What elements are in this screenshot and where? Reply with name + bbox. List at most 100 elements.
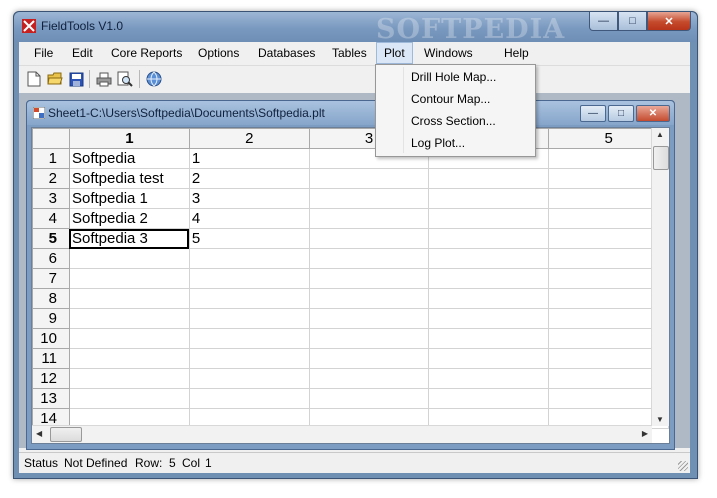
row-header[interactable]: 8 <box>32 288 70 309</box>
grid-cell[interactable]: 5 <box>188 228 310 249</box>
row-header[interactable]: 6 <box>32 248 70 269</box>
menu-drill-hole-map[interactable]: Drill Hole Map... <box>411 70 496 84</box>
row-header[interactable]: 2 <box>32 168 70 189</box>
horizontal-scroll-thumb[interactable] <box>50 427 82 442</box>
grid-cell[interactable] <box>308 308 430 329</box>
print-button[interactable] <box>95 70 113 88</box>
grid-cell[interactable] <box>188 268 310 289</box>
grid-cell[interactable] <box>308 268 430 289</box>
row-header[interactable]: 9 <box>32 308 70 329</box>
network-button[interactable] <box>145 70 163 88</box>
menu-help[interactable]: Help <box>497 42 536 64</box>
close-button[interactable]: ✕ <box>647 12 691 31</box>
menu-core-reports[interactable]: Core Reports <box>104 42 189 64</box>
grid-cell[interactable] <box>68 348 190 369</box>
grid-cell[interactable] <box>428 188 550 209</box>
column-header[interactable]: 1 <box>68 128 190 149</box>
grid-cell[interactable] <box>428 368 550 389</box>
row-header[interactable]: 13 <box>32 388 70 409</box>
grid-cell[interactable] <box>428 248 550 269</box>
grid-cell[interactable] <box>428 328 550 349</box>
grid-cell[interactable] <box>188 368 310 389</box>
grid-cell[interactable] <box>188 328 310 349</box>
grid-cell[interactable] <box>68 368 190 389</box>
grid-cell[interactable] <box>308 328 430 349</box>
grid-cell[interactable] <box>68 248 190 269</box>
grid-cell[interactable] <box>68 268 190 289</box>
grid-cell[interactable]: 3 <box>188 188 310 209</box>
menu-cross-section[interactable]: Cross Section... <box>411 114 496 128</box>
row-header[interactable]: 12 <box>32 368 70 389</box>
menu-tables[interactable]: Tables <box>325 42 374 64</box>
menu-edit[interactable]: Edit <box>65 42 100 64</box>
new-file-button[interactable] <box>25 70 43 88</box>
grid-cell[interactable] <box>68 308 190 329</box>
title-bar[interactable]: FieldTools V1.0 SOFTPEDIA — □ ✕ <box>14 12 697 45</box>
menu-options[interactable]: Options <box>191 42 246 64</box>
horizontal-scrollbar[interactable]: ◀ ▶ <box>32 425 652 443</box>
scroll-down-icon[interactable]: ▼ <box>656 415 664 424</box>
grid-cell[interactable] <box>308 228 430 249</box>
grid-cell[interactable] <box>188 348 310 369</box>
grid-cell[interactable] <box>308 248 430 269</box>
grid-cell[interactable]: Softpedia 1 <box>68 188 190 209</box>
grid-cell[interactable] <box>68 288 190 309</box>
grid-cell[interactable] <box>68 388 190 409</box>
column-header[interactable]: 2 <box>188 128 310 149</box>
grid-cell[interactable] <box>308 348 430 369</box>
grid-cell[interactable] <box>428 268 550 289</box>
grid-cell[interactable] <box>308 188 430 209</box>
grid-cell[interactable] <box>428 388 550 409</box>
row-header[interactable]: 4 <box>32 208 70 229</box>
sheet-close-button[interactable]: ✕ <box>636 105 670 122</box>
grid-cell[interactable] <box>188 288 310 309</box>
grid-cell[interactable]: Softpedia <box>68 148 190 169</box>
maximize-button[interactable]: □ <box>618 12 647 31</box>
grid-cell[interactable] <box>308 208 430 229</box>
grid-cell[interactable] <box>188 308 310 329</box>
grid-cell[interactable]: Softpedia 2 <box>68 208 190 229</box>
row-header[interactable]: 10 <box>32 328 70 349</box>
menu-windows[interactable]: Windows <box>417 42 480 64</box>
scroll-left-icon[interactable]: ◀ <box>36 429 42 438</box>
grid-cell[interactable] <box>308 368 430 389</box>
grid-cell[interactable]: Softpedia test <box>68 168 190 189</box>
grid-cell[interactable]: 1 <box>188 148 310 169</box>
grid-cell[interactable] <box>308 168 430 189</box>
vertical-scroll-thumb[interactable] <box>653 146 669 170</box>
print-preview-button[interactable] <box>116 70 134 88</box>
row-header[interactable]: 5 <box>32 228 70 249</box>
scroll-right-icon[interactable]: ▶ <box>642 429 648 438</box>
menu-file[interactable]: File <box>27 42 60 64</box>
resize-grip-icon[interactable] <box>678 461 688 471</box>
grid-cell[interactable]: 2 <box>188 168 310 189</box>
grid-cell[interactable] <box>428 168 550 189</box>
sheet-maximize-button[interactable]: □ <box>608 105 634 122</box>
sheet-title-bar[interactable]: Sheet1-C:\Users\Softpedia\Documents\Soft… <box>27 101 674 125</box>
menu-databases[interactable]: Databases <box>251 42 322 64</box>
save-button[interactable] <box>67 70 85 88</box>
grid-cell[interactable] <box>428 288 550 309</box>
row-header[interactable]: 1 <box>32 148 70 169</box>
grid-cell[interactable]: Softpedia 3 <box>68 228 190 249</box>
scroll-up-icon[interactable]: ▲ <box>656 130 664 139</box>
grid-cell[interactable] <box>428 228 550 249</box>
row-header[interactable]: 11 <box>32 348 70 369</box>
grid-cell[interactable] <box>428 308 550 329</box>
grid-cell[interactable]: 4 <box>188 208 310 229</box>
grid-cell[interactable] <box>68 328 190 349</box>
menu-plot[interactable]: Plot <box>376 42 413 64</box>
grid-cell[interactable] <box>188 388 310 409</box>
open-button[interactable] <box>46 70 64 88</box>
grid-cell[interactable] <box>428 208 550 229</box>
grid-cell[interactable] <box>428 348 550 369</box>
grid-cell[interactable] <box>308 288 430 309</box>
sheet-minimize-button[interactable]: — <box>580 105 606 122</box>
vertical-scrollbar[interactable]: ▲ ▼ <box>651 128 669 426</box>
row-header[interactable]: 7 <box>32 268 70 289</box>
menu-log-plot[interactable]: Log Plot... <box>411 136 465 150</box>
row-header[interactable]: 3 <box>32 188 70 209</box>
menu-contour-map[interactable]: Contour Map... <box>411 92 490 106</box>
minimize-button[interactable]: — <box>589 12 618 31</box>
grid-cell[interactable] <box>188 248 310 269</box>
